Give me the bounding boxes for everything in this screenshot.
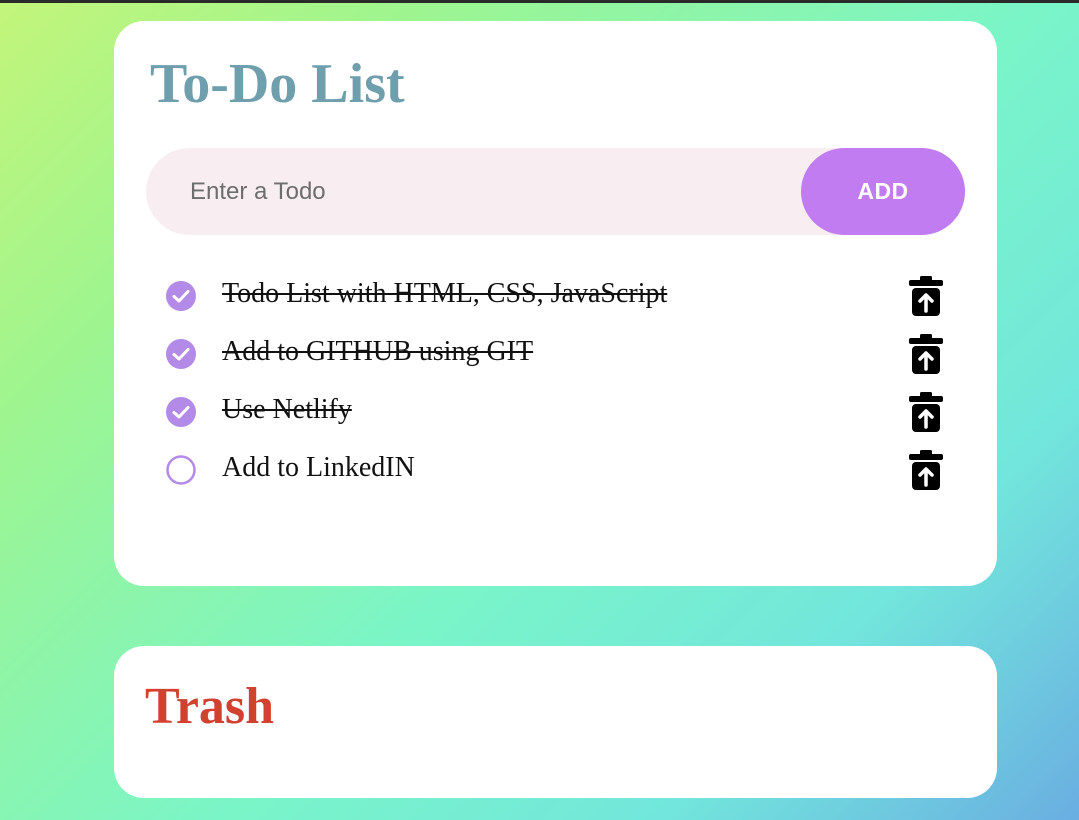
trash-restore-icon[interactable]	[909, 392, 943, 432]
add-button[interactable]: ADD	[801, 148, 965, 235]
window-top-edge	[0, 0, 1079, 3]
check-circle-icon[interactable]	[165, 338, 197, 370]
check-circle-icon[interactable]	[165, 396, 197, 428]
todo-card: To-Do List ADD Todo List with HTML, CSS,…	[114, 21, 997, 586]
todo-item: Add to GITHUB using GIT	[164, 326, 954, 384]
todo-item-text[interactable]: Todo List with HTML, CSS, JavaScript	[222, 276, 667, 312]
page-title: To-Do List	[150, 53, 405, 115]
trash-card: Trash	[114, 646, 997, 798]
trash-restore-icon[interactable]	[909, 276, 943, 316]
empty-circle-icon[interactable]	[165, 454, 197, 486]
check-circle-icon[interactable]	[165, 280, 197, 312]
trash-restore-icon[interactable]	[909, 334, 943, 374]
todo-input[interactable]	[190, 148, 790, 235]
todo-item: Use Netlify	[164, 384, 954, 442]
todo-item: Todo List with HTML, CSS, JavaScript	[164, 268, 954, 326]
todo-item-text[interactable]: Use Netlify	[222, 392, 352, 428]
todo-item-text[interactable]: Add to LinkedIN	[222, 450, 415, 486]
todo-item-text[interactable]: Add to GITHUB using GIT	[222, 334, 533, 370]
todo-list: Todo List with HTML, CSS, JavaScript Add…	[164, 268, 954, 500]
todo-item: Add to LinkedIN	[164, 442, 954, 500]
trash-restore-icon[interactable]	[909, 450, 943, 490]
todo-input-row: ADD	[146, 148, 965, 235]
trash-title: Trash	[145, 678, 275, 735]
